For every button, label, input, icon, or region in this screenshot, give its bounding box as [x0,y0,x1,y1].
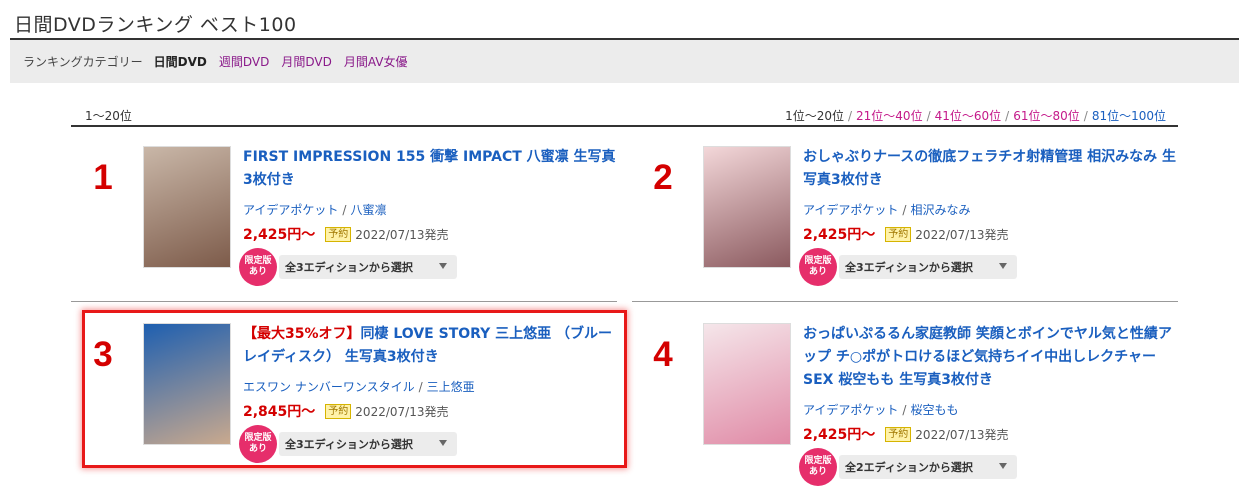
maker-link[interactable]: アイデアポケット [803,403,898,417]
pager-current: 1位〜20位 [785,109,844,123]
ranking-item: 2 おしゃぶりナースの徹底フェラチオ射精管理 相沢みなみ 生写真3枚付き アイデ… [633,146,1193,296]
price: 2,425円〜 [243,227,316,243]
product-cover-image[interactable] [703,146,791,268]
pager-link-21-40[interactable]: 21位〜40位 [856,109,923,123]
category-label: ランキングカテゴリー [23,55,143,69]
row-divider [632,301,1178,302]
price: 2,425円〜 [803,427,876,443]
product-title-link[interactable]: おっぱいぷるるん家庭教師 笑顔とボインでヤル気と性績アップ チ○ポがトロけるほど… [803,323,1183,392]
edition-select[interactable]: 全3エディションから選択 [279,255,457,279]
product-title-link[interactable]: おしゃぶりナースの徹底フェラチオ射精管理 相沢みなみ 生写真3枚付き [803,146,1183,192]
price: 2,425円〜 [803,227,876,243]
actress-link[interactable]: 八蜜凛 [350,203,386,217]
preorder-badge: 予約 [885,426,912,442]
product-cover-image[interactable] [703,323,791,445]
rank-number: 1 [93,158,113,197]
range-pager: 1位〜20位/21位〜40位/41位〜60位/61位〜80位/81位〜100位 [785,109,1166,123]
release-date: 2022/07/13発売 [915,227,1009,242]
product-title-link[interactable]: FIRST IMPRESSION 155 衝撃 IMPACT 八蜜凛 生写真3枚… [243,146,623,192]
limited-edition-badge: 限定版 あり [799,248,837,286]
chevron-down-icon [999,263,1007,269]
chevron-down-icon [999,463,1007,469]
rank-number: 4 [653,335,673,374]
rank-number: 2 [653,158,673,197]
category-bar: ランキングカテゴリー 日間DVD 週間DVD 月間DVD 月間AV女優 [10,40,1239,83]
highlight-box [82,310,627,468]
maker-link[interactable]: アイデアポケット [243,203,338,217]
actress-link[interactable]: 相沢みなみ [910,203,970,217]
edition-select-label: 全3エディションから選択 [285,261,413,274]
product-title: おしゃぶりナースの徹底フェラチオ射精管理 相沢みなみ 生写真3枚付き [803,149,1177,188]
page-title: 日間DVDランキング ベスト100 [14,14,297,36]
category-link-actress[interactable]: 月間AV女優 [344,53,408,70]
pager-link-41-60[interactable]: 41位〜60位 [935,109,1002,123]
edition-select-label: 全3エディションから選択 [845,261,973,274]
preorder-badge: 予約 [885,226,912,242]
limited-edition-badge: 限定版 あり [239,248,277,286]
product-title: FIRST IMPRESSION 155 衝撃 IMPACT 八蜜凛 生写真3枚… [243,149,616,188]
ranking-item: 1 FIRST IMPRESSION 155 衝撃 IMPACT 八蜜凛 生写真… [73,146,633,296]
pager-link-61-80[interactable]: 61位〜80位 [1013,109,1080,123]
release-date: 2022/07/13発売 [915,427,1009,442]
limited-edition-badge: 限定版 あり [799,448,837,486]
category-current: 日間DVD [153,55,207,69]
maker-link[interactable]: アイデアポケット [803,203,898,217]
range-current: 1〜20位 [85,109,132,123]
edition-select-label: 全2エディションから選択 [845,461,973,474]
ranking-item: 4 おっぱいぷるるん家庭教師 笑顔とボインでヤル気と性績アップ チ○ポがトロける… [633,323,1193,486]
product-title: おっぱいぷるるん家庭教師 笑顔とボインでヤル気と性績アップ チ○ポがトロけるほど… [803,326,1172,388]
row-divider [71,301,617,302]
product-cover-image[interactable] [143,146,231,268]
edition-select[interactable]: 全3エディションから選択 [839,255,1017,279]
pager-link-81-100[interactable]: 81位〜100位 [1092,109,1166,123]
range-header: 1〜20位 1位〜20位/21位〜40位/41位〜60位/61位〜80位/81位… [71,105,1178,127]
release-date: 2022/07/13発売 [355,227,449,242]
actress-link[interactable]: 桜空もも [910,403,958,417]
preorder-badge: 予約 [325,226,352,242]
category-link-monthly[interactable]: 月間DVD [281,53,331,70]
chevron-down-icon [439,263,447,269]
edition-select[interactable]: 全2エディションから選択 [839,455,1017,479]
category-link-weekly[interactable]: 週間DVD [219,53,269,70]
